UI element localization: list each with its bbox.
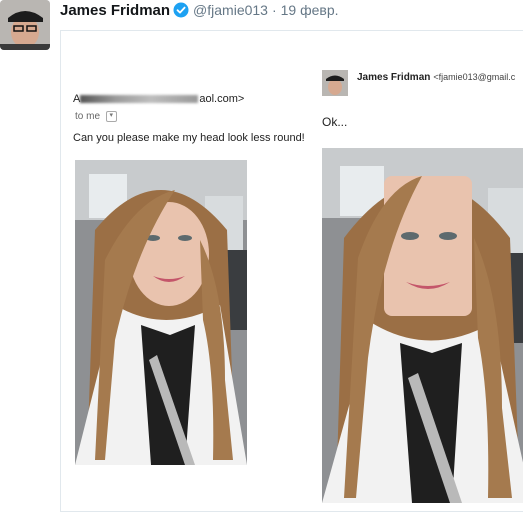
edited-photo xyxy=(322,148,523,503)
sender-initial: A xyxy=(73,93,81,105)
recipient-line: to me ▾ xyxy=(75,111,117,122)
avatar-photo xyxy=(0,0,50,50)
blurred-sender-address xyxy=(80,95,199,104)
chevron-down-icon: ▾ xyxy=(105,111,117,122)
author-handle[interactable]: @fjamie013 xyxy=(193,2,268,18)
reply-sender-name: James Fridman xyxy=(357,72,431,83)
verified-badge-icon xyxy=(173,2,189,18)
author-avatar[interactable] xyxy=(0,0,50,50)
sender-line: Aaol.com> xyxy=(73,93,244,105)
tweet-media-image[interactable]: Aaol.com> to me ▾ Can you please make my… xyxy=(60,30,523,512)
recipient-label: to me xyxy=(75,111,101,123)
request-text: Can you please make my head look less ro… xyxy=(73,132,305,144)
reply-sender-email: <fjamie013@gmail.c xyxy=(433,72,516,82)
separator-dot: · xyxy=(271,2,277,18)
reply-sender: James Fridman <fjamie013@gmail.c xyxy=(357,72,515,83)
tweet-date[interactable]: 19 февр. xyxy=(281,2,339,18)
reply-avatar xyxy=(322,70,348,96)
sender-domain: aol.com> xyxy=(199,93,245,105)
reply-text: Ok... xyxy=(322,115,348,129)
author-name[interactable]: James Fridman xyxy=(60,2,170,19)
original-photo xyxy=(75,160,247,465)
tweet-header: James Fridman @fjamie013 · 19 февр. xyxy=(60,0,339,20)
